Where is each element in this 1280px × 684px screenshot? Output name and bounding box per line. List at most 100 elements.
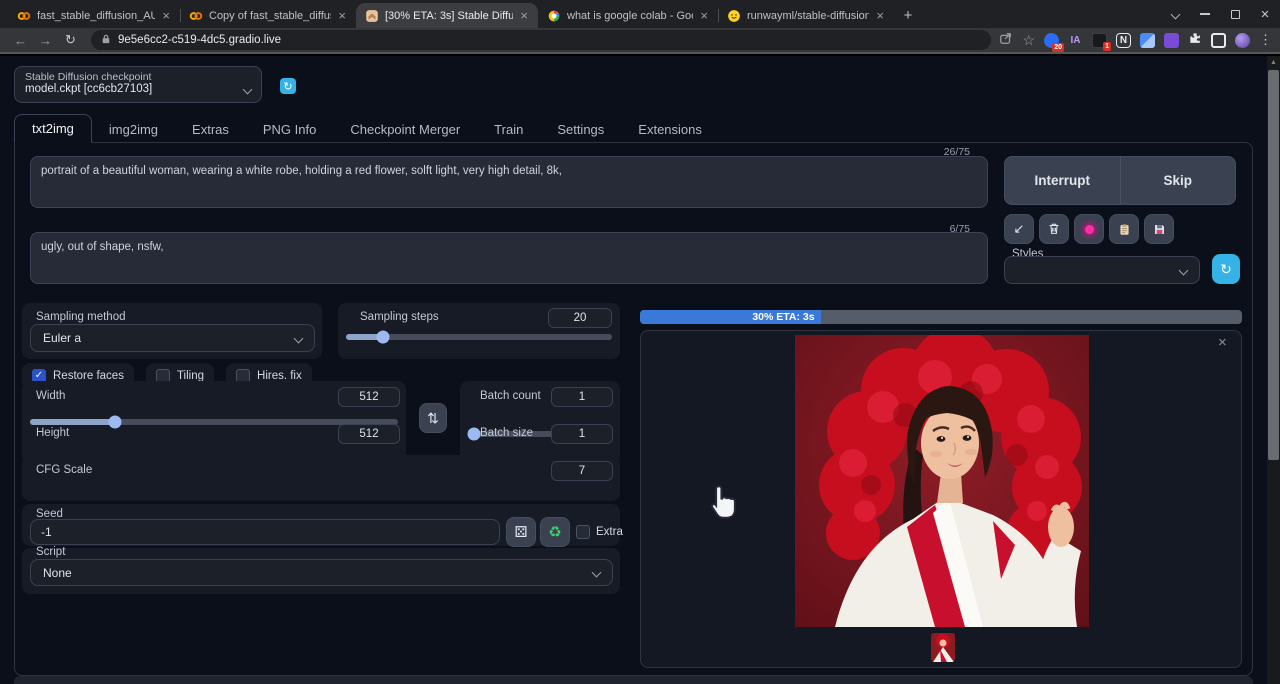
prompt-textarea[interactable]: portrait of a beautiful woman, wearing a… — [30, 156, 988, 208]
extension-notion-icon[interactable]: N — [1116, 32, 1131, 48]
clipboard-icon — [1119, 223, 1129, 235]
read-params-button[interactable]: ↙ — [1004, 214, 1034, 244]
random-seed-dice-button[interactable]: ⚄ — [506, 517, 536, 547]
batch-size-value[interactable]: 1 — [551, 424, 613, 444]
stable-diffusion-webui-page: Stable Diffusion checkpoint model.ckpt [… — [0, 56, 1280, 684]
script-label: Script — [36, 546, 66, 558]
browser-tab-stable-diffusion[interactable]: [30% ETA: 3s] Stable Diffusion × — [356, 3, 538, 28]
tab-png-info[interactable]: PNG Info — [246, 116, 333, 143]
trash-button[interactable] — [1039, 214, 1069, 244]
tab-checkpoint-merger[interactable]: Checkpoint Merger — [333, 116, 477, 143]
apply-style-button[interactable] — [1109, 214, 1139, 244]
checkbox-icon — [576, 525, 590, 539]
profile-avatar[interactable] — [1235, 32, 1250, 48]
tab-close-icon[interactable]: × — [161, 9, 171, 22]
close-preview-icon[interactable]: × — [1218, 334, 1227, 351]
bookmark-star-icon[interactable]: ☆ — [1022, 32, 1035, 49]
styles-refresh-button[interactable]: ↻ — [1212, 254, 1240, 284]
extension-chat-icon[interactable]: 1 — [1092, 32, 1111, 51]
batch-count-label: Batch count — [480, 390, 541, 402]
gallery-thumbnail[interactable] — [931, 633, 955, 662]
script-dropdown[interactable]: None — [30, 559, 613, 586]
tab-train[interactable]: Train — [477, 116, 540, 143]
sampling-steps-label: Sampling steps — [360, 311, 439, 323]
floppy-save-icon — [1154, 224, 1164, 234]
share-icon[interactable] — [999, 31, 1013, 50]
sampling-steps-value[interactable]: 20 — [548, 308, 612, 328]
seed-input[interactable] — [41, 525, 489, 539]
batch-count-value[interactable]: 1 — [551, 387, 613, 407]
negative-prompt-field[interactable]: ugly, out of shape, nsfw, — [30, 232, 988, 284]
tab-title: fast_stable_diffusion_AUTOMA — [37, 9, 156, 22]
extension-purple-icon[interactable] — [1164, 32, 1179, 48]
extensions-puzzle-icon[interactable] — [1188, 31, 1202, 50]
tab-close-icon[interactable]: × — [699, 9, 709, 22]
width-value[interactable]: 512 — [338, 387, 400, 407]
browser-tab-huggingface[interactable]: runwayml/stable-diffusion-v1 × — [718, 3, 894, 28]
cfg-scale-label: CFG Scale — [36, 464, 93, 476]
tab-close-icon[interactable]: × — [519, 9, 529, 22]
window-minimize-button[interactable] — [1190, 0, 1220, 28]
extra-networks-button[interactable] — [1074, 214, 1104, 244]
main-tab-bar: txt2img img2img Extras PNG Info Checkpoi… — [14, 114, 719, 143]
checkpoint-dropdown[interactable]: Stable Diffusion checkpoint model.ckpt [… — [14, 66, 262, 103]
scrollbar-up-arrow-icon[interactable]: ▲ — [1267, 56, 1280, 69]
window-maximize-button[interactable] — [1220, 0, 1250, 28]
prompt-field[interactable]: portrait of a beautiful woman, wearing a… — [30, 156, 988, 208]
trash-icon — [1049, 223, 1059, 234]
cfg-scale-value[interactable]: 7 — [551, 461, 613, 481]
side-panel-icon[interactable] — [1211, 32, 1226, 48]
seed-field[interactable] — [30, 519, 500, 545]
new-tab-button[interactable]: + — [894, 3, 922, 28]
save-style-button[interactable] — [1144, 214, 1174, 244]
browser-tab-colab-1[interactable]: fast_stable_diffusion_AUTOMA × — [8, 3, 180, 28]
batch-size-label: Batch size — [480, 427, 534, 439]
height-label: Height — [36, 427, 70, 439]
generated-image[interactable] — [795, 327, 1089, 627]
back-icon[interactable]: ← — [8, 33, 33, 48]
reuse-seed-recycle-button[interactable]: ♻ — [540, 517, 570, 547]
browser-tab-bar: fast_stable_diffusion_AUTOMA × Copy of f… — [0, 0, 1280, 28]
extension-screenshot-icon[interactable] — [1140, 32, 1155, 48]
tab-settings[interactable]: Settings — [540, 116, 621, 143]
chevron-down-icon — [242, 84, 253, 94]
browser-toolbar: ← → ↻ 9e5e6cc2-c519-4dc5.gradio.live ☆ 2… — [0, 28, 1280, 54]
tab-extras[interactable]: Extras — [175, 116, 246, 143]
extension-adblock-icon[interactable]: 20 — [1044, 32, 1064, 52]
extension-ia-icon[interactable]: IA — [1068, 33, 1083, 48]
script-value: None — [43, 565, 72, 580]
browser-tab-google-search[interactable]: what is google colab - Googl × — [538, 3, 718, 28]
address-bar[interactable]: 9e5e6cc2-c519-4dc5.gradio.live — [91, 30, 992, 50]
sampling-steps-slider[interactable] — [346, 330, 612, 344]
browser-tab-colab-2[interactable]: Copy of fast_stable_diffusion_ × — [180, 3, 356, 28]
colab-icon — [189, 9, 203, 23]
skip-button[interactable]: Skip — [1121, 173, 1236, 188]
browser-menu-icon[interactable]: ⋮ — [1259, 32, 1272, 48]
negative-prompt-textarea[interactable]: ugly, out of shape, nsfw, — [30, 232, 988, 284]
page-scrollbar[interactable]: ▲ — [1267, 56, 1280, 684]
window-close-button[interactable]: × — [1250, 0, 1280, 28]
lock-icon — [101, 34, 111, 47]
interrupt-button[interactable]: Interrupt — [1005, 173, 1120, 188]
tab-txt2img[interactable]: txt2img — [14, 114, 92, 143]
scrollbar-thumb[interactable] — [1268, 70, 1279, 460]
tab-img2img[interactable]: img2img — [92, 116, 175, 143]
forward-icon[interactable]: → — [33, 33, 58, 48]
tab-extensions[interactable]: Extensions — [621, 116, 719, 143]
sampling-method-dropdown[interactable]: Euler a — [30, 324, 315, 352]
swap-width-height-button[interactable]: ⇅ — [419, 403, 447, 433]
seed-extra-checkbox[interactable]: Extra — [576, 525, 623, 539]
tab-title: [30% ETA: 3s] Stable Diffusion — [385, 9, 514, 22]
tab-close-icon[interactable]: × — [337, 9, 347, 22]
tab-title: runwayml/stable-diffusion-v1 — [747, 9, 870, 22]
checkpoint-refresh-button[interactable]: ↻ — [280, 78, 296, 94]
tab-title: Copy of fast_stable_diffusion_ — [209, 9, 331, 22]
window-menu-chevron-icon[interactable] — [1160, 0, 1190, 28]
height-value[interactable]: 512 — [338, 424, 400, 444]
url-text: 9e5e6cc2-c519-4dc5.gradio.live — [118, 34, 282, 46]
styles-dropdown[interactable] — [1004, 256, 1200, 284]
progress-fill: 30% ETA: 3s — [640, 310, 821, 324]
progress-text: 30% ETA: 3s — [752, 311, 815, 323]
reload-icon[interactable]: ↻ — [58, 32, 83, 48]
tab-close-icon[interactable]: × — [875, 9, 885, 22]
